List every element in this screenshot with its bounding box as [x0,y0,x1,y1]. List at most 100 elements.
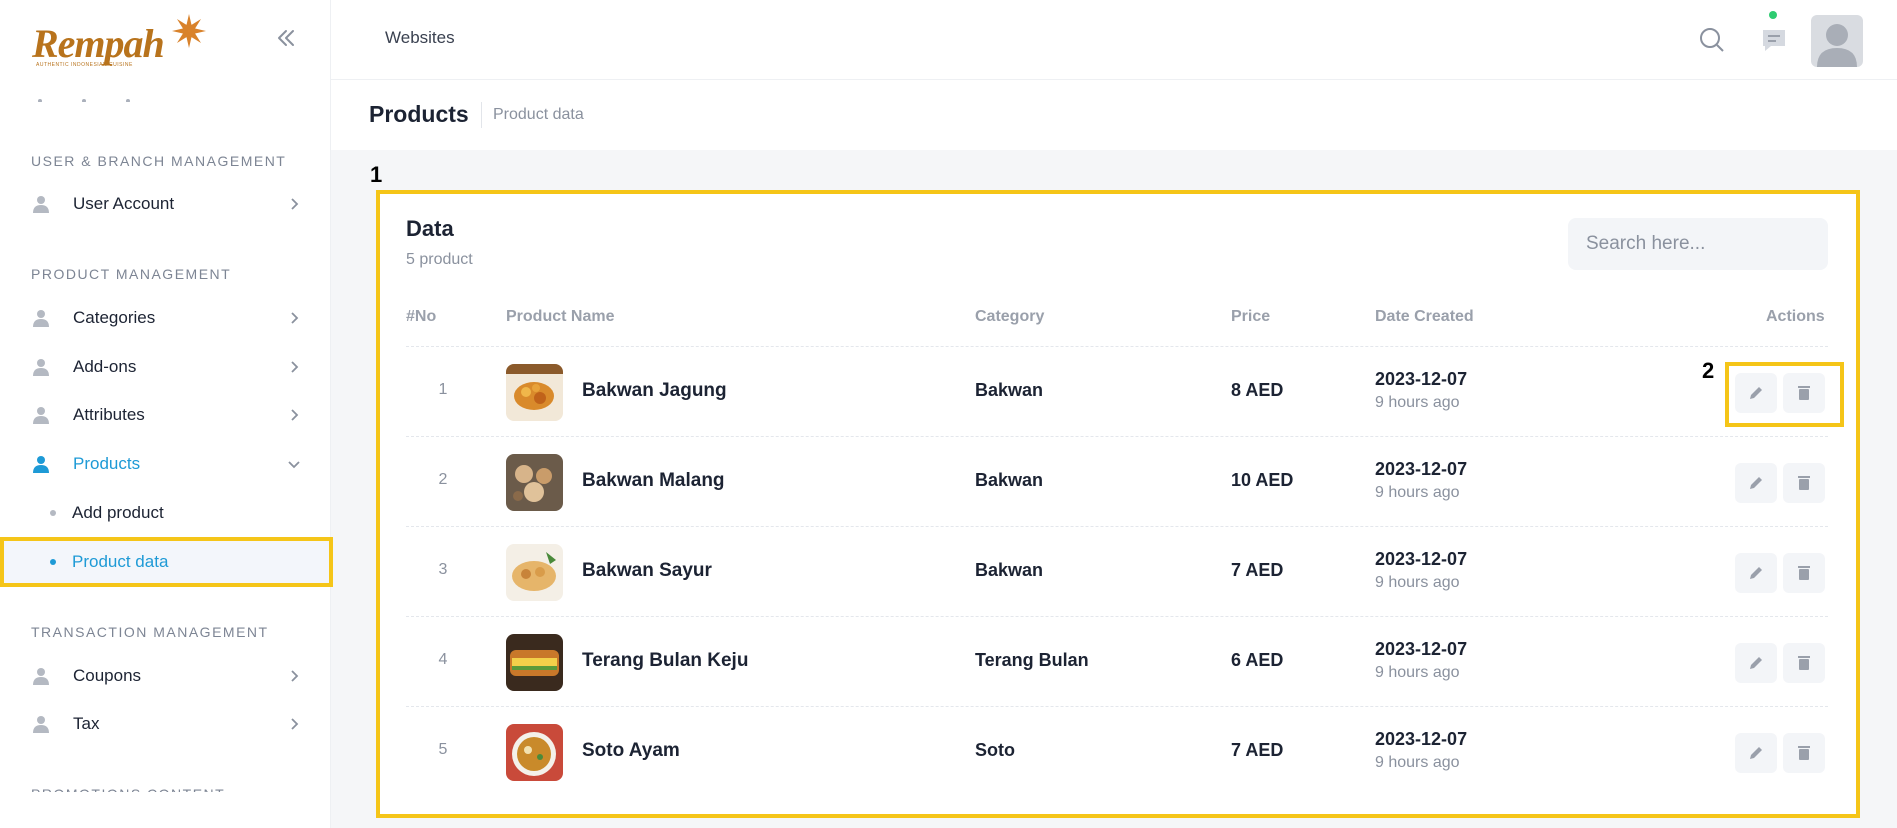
edit-button[interactable] [1735,733,1777,773]
search-input[interactable] [1568,218,1828,270]
logo-wordmark: Rempah [32,21,165,66]
actions-highlight [1725,362,1844,427]
sidebar-subitem-add-product[interactable]: Add product [50,498,164,528]
edit-button[interactable] [1735,643,1777,683]
product-category: Bakwan [975,470,1044,490]
relative-time: 9 hours ago [1375,394,1460,411]
sidebar-item-categories[interactable]: Categories [31,303,301,333]
product-thumbnail [506,454,563,511]
table-row: 3 Bakwan Sayur Bakwan 7 AED 2023-12-07 9… [406,526,1828,616]
date-created: 2023-12-07 [1375,549,1468,569]
section-title-transaction: TRANSACTION MANAGEMENT [31,624,269,640]
delete-button[interactable] [1783,733,1825,773]
row-number: 5 [438,741,448,758]
sidebar-item-label: Attributes [73,405,145,424]
product-name: Bakwan Malang [582,470,725,491]
user-icon [33,407,49,424]
chevron-right-icon [291,361,299,373]
card-title: Data [406,216,454,241]
avatar[interactable] [1811,15,1863,67]
delete-button[interactable] [1783,463,1825,503]
trash-icon [1798,746,1810,760]
product-data-card: Data 5 product #No Product Name Category… [376,190,1860,818]
delete-button[interactable] [1783,553,1825,593]
column-header-category: Category [975,308,1045,325]
annotation-marker-2: 2 [1702,358,1715,383]
product-price: 7 AED [1231,560,1284,580]
sidebar-item-label: Categories [73,308,156,327]
chevron-right-icon [291,198,299,210]
row-number: 1 [438,381,448,398]
product-thumbnail [506,544,563,601]
user-icon [33,310,49,327]
table-row: 2 Bakwan Malang Bakwan 10 AED 2023-12-07… [406,436,1828,526]
sidebar-subitem-product-data[interactable]: Product data [50,547,168,577]
breadcrumb: Product data [493,106,584,123]
page-title: Products [369,101,469,127]
table-row: 5 Soto Ayam Soto 7 AED 2023-12-07 9 hour… [406,706,1828,796]
pencil-icon [1750,747,1762,759]
chevron-right-icon [291,670,299,682]
star-anise-icon [172,14,206,48]
sidebar-item-label: Add-ons [73,357,137,376]
bullet-icon [50,510,56,516]
product-name: Bakwan Sayur [582,560,712,581]
product-category: Terang Bulan [975,650,1089,670]
sidebar-item-tax[interactable]: Tax [31,709,301,739]
delete-button[interactable] [1783,643,1825,683]
sidebar-subitem-label: Product data [72,552,169,571]
product-category: Bakwan [975,560,1044,580]
collapse-sidebar-icon[interactable] [274,26,298,50]
scrolled-nav-remnant [38,90,178,102]
top-header: Websites [331,0,1897,80]
trash-icon [1798,656,1810,670]
section-title-user-branch: USER & BRANCH MANAGEMENT [31,153,287,169]
section-title-promotions: PROMOTIONS CONTENT [31,786,225,792]
annotation-marker-1: 1 [370,162,383,187]
sidebar-item-label: Tax [73,714,100,733]
bullet-icon [50,559,56,565]
date-created: 2023-12-07 [1375,369,1468,389]
column-header-price: Price [1231,308,1271,325]
product-price: 6 AED [1231,650,1284,670]
edit-button[interactable] [1735,463,1777,503]
chevron-right-icon [291,409,299,421]
sidebar-item-add-ons[interactable]: Add-ons [31,352,301,382]
sidebar-item-products[interactable]: Products [31,449,301,479]
product-thumbnail [506,634,563,691]
date-created: 2023-12-07 [1375,729,1468,749]
relative-time: 9 hours ago [1375,574,1460,591]
product-price: 7 AED [1231,740,1284,760]
chevron-down-icon [288,461,300,469]
sidebar-item-user-account[interactable]: User Account [31,189,301,219]
column-header-date-created: Date Created [1375,308,1474,325]
trash-icon [1798,566,1810,580]
logo-tagline: AUTHENTIC INDONESIAN CUISINE [36,62,133,68]
product-price: 8 AED [1231,380,1284,400]
page-title-bar: Products Product data [331,80,1897,150]
brand-logo[interactable]: Rempah AUTHENTIC INDONESIAN CUISINE [30,12,206,68]
product-name: Soto Ayam [582,740,680,761]
row-number: 3 [438,561,448,578]
card-subtitle: 5 product [406,251,473,268]
user-icon [33,716,49,733]
product-thumbnail [506,364,563,421]
date-created: 2023-12-07 [1375,459,1468,479]
edit-button[interactable] [1735,553,1777,593]
chat-icon[interactable] [1757,22,1791,56]
relative-time: 9 hours ago [1375,484,1460,501]
product-category: Bakwan [975,380,1044,400]
pencil-icon [1750,567,1762,579]
date-created: 2023-12-07 [1375,639,1468,659]
chevron-right-icon [291,312,299,324]
sidebar-item-coupons[interactable]: Coupons [31,661,301,691]
user-icon [33,456,49,473]
product-price: 10 AED [1231,470,1294,490]
sidebar-item-attributes[interactable]: Attributes [31,400,301,430]
search-icon[interactable] [1695,22,1729,56]
websites-link[interactable]: Websites [385,28,455,48]
sidebar-item-label: Products [73,454,141,473]
relative-time: 9 hours ago [1375,664,1460,681]
sidebar-subitem-label: Add product [72,503,164,522]
sidebar: Rempah AUTHENTIC INDONESIAN CUISINE USER… [0,0,333,828]
